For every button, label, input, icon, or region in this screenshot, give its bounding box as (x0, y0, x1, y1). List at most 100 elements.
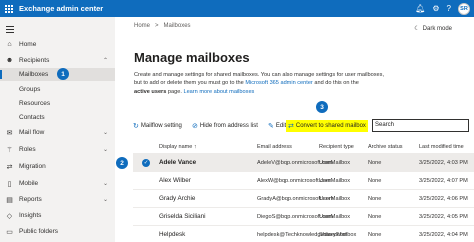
dark-mode-toggle[interactable]: ☾ Dark mode (414, 25, 452, 33)
sidebar-item-label: Contacts (19, 114, 45, 121)
sidebar-item-mobile[interactable]: ▯ Mobile ⌄ (0, 177, 115, 190)
chevron-up-icon: ⌃ (103, 58, 109, 64)
table-row[interactable]: Griselda Siciliani DiegoS@bqp.onmicrosof… (133, 208, 474, 226)
sidebar-item-label: Groups (19, 86, 41, 93)
sidebar-item-label: Home (19, 41, 37, 48)
page-title: Manage mailboxes (134, 50, 250, 65)
row-display-name[interactable]: Alex Wilber (159, 177, 191, 184)
sidebar-item-roles[interactable]: ⚚ Roles ⌄ (0, 143, 115, 156)
home-icon: ⌂ (7, 41, 12, 48)
sidebar-item-label: Mail flow (19, 129, 45, 136)
sidebar-item-label: Public folders (19, 228, 59, 235)
row-archive-status: None (368, 196, 382, 202)
row-display-name[interactable]: Grady Archie (159, 195, 195, 202)
sidebar-item-mail-flow[interactable]: ✉ Mail flow ⌄ (0, 126, 115, 139)
dark-mode-label: Dark mode (422, 25, 452, 32)
breadcrumb-home[interactable]: Home (134, 23, 150, 29)
mailflow-setting-button[interactable]: ↻ Mailflow setting (133, 120, 182, 132)
description-text: Create and manage settings for shared ma… (134, 72, 384, 78)
table-row[interactable]: Grady Archie GradyA@bqp.onmicrosoft.com … (133, 190, 474, 208)
button-label: Mailflow setting (140, 123, 182, 129)
mail-icon: ✉ (6, 129, 13, 137)
sidebar: ⌂ Home ☻ Recipients ⌃ Mailboxes Groups R… (0, 17, 115, 242)
active-users-text: active users (134, 88, 167, 95)
row-archive-status: None (368, 214, 382, 220)
admin-center-link[interactable]: Microsoft 365 admin center (245, 80, 312, 86)
row-last-modified: 3/25/2022, 4:03 PM (419, 160, 468, 166)
waffle-icon (4, 4, 13, 13)
sidebar-item-label: Recipients (19, 57, 50, 64)
bell-icon[interactable]: 🔔︎ (415, 0, 425, 17)
table-header: Display name ↑ Email address Recipient t… (133, 141, 474, 154)
moon-icon: ☾ (414, 26, 420, 32)
mail-settings-icon: ↻ (133, 123, 139, 130)
roles-icon: ⚚ (6, 146, 13, 154)
row-last-modified: 3/25/2022, 4:06 PM (419, 196, 468, 202)
column-header-last-modified[interactable]: Last modified time (419, 144, 464, 150)
app-launcher-button[interactable] (0, 0, 17, 17)
sidebar-item-label: Migration (19, 163, 46, 170)
convert-to-shared-mailbox-button[interactable]: ⇄ Convert to shared mailbox (286, 120, 368, 132)
button-label: Edit (275, 123, 287, 129)
description-text: page. (166, 88, 184, 95)
sidebar-item-label: Insights (19, 212, 42, 219)
reports-icon: ▤ (6, 196, 13, 204)
table-row[interactable]: Alex Wilber AlexW@bqp.onmicrosoft.com Us… (133, 172, 474, 190)
description-text: but to add or delete them you must go to… (134, 80, 246, 87)
breadcrumb-separator: > (155, 23, 159, 29)
sidebar-item-reports[interactable]: ▤ Reports ⌄ (0, 193, 115, 206)
column-header-email[interactable]: Email address (257, 144, 292, 150)
row-last-modified: 3/25/2022, 4:07 PM (419, 178, 468, 184)
column-header-display-name[interactable]: Display name ↑ (159, 144, 197, 150)
checkmark-icon[interactable]: ✓ (142, 159, 150, 167)
sidebar-item-public-folders[interactable]: ▭ Public folders (0, 225, 115, 238)
row-display-name[interactable]: Helpdesk (159, 231, 185, 238)
search-input[interactable]: Search (372, 119, 469, 132)
row-last-modified: 3/25/2022, 4:04 PM (419, 232, 468, 238)
sidebar-item-recipients[interactable]: ☻ Recipients ⌃ (0, 54, 115, 67)
row-recipient-type: UserMailbox (319, 160, 351, 166)
button-label: Convert to shared mailbox (295, 123, 366, 129)
hide-from-address-list-button[interactable]: ⊘ Hide from address list (192, 120, 258, 132)
step-badge-1: 1 (57, 68, 69, 80)
avatar[interactable]: SR (458, 2, 470, 15)
column-header-recipient-type[interactable]: Recipient type (319, 144, 354, 150)
learn-more-link[interactable]: Learn more about mailboxes (183, 89, 254, 95)
sidebar-item-label: Resources (19, 100, 51, 107)
row-recipient-type: UserMailbox (319, 178, 351, 184)
sidebar-item-label: Reports (19, 196, 42, 203)
sidebar-item-label: Roles (19, 146, 36, 153)
step-badge-2: 2 (116, 157, 128, 169)
row-archive-status: None (368, 232, 382, 238)
edit-button[interactable]: ✎ Edit (268, 120, 286, 132)
sidebar-item-resources[interactable]: Resources (0, 97, 115, 110)
row-recipient-type: UserMailbox (319, 214, 351, 220)
button-label: Hide from address list (199, 123, 258, 129)
top-bar: Exchange admin center 🔔︎ ⚙︎ ? SR (0, 0, 474, 17)
sidebar-item-label: Mobile (19, 180, 39, 187)
table-row[interactable]: Helpdesk helpdesk@Techknowledgediary.com… (133, 226, 474, 242)
row-display-name[interactable]: Griselda Siciliani (159, 213, 206, 220)
hamburger-icon[interactable] (6, 26, 14, 35)
person-icon: ☻ (5, 57, 14, 64)
top-icons: 🔔︎ ⚙︎ ? SR (415, 0, 470, 17)
help-icon[interactable]: ? (447, 0, 451, 17)
app-title: Exchange admin center (19, 4, 104, 13)
table-row[interactable]: ✓ Adele Vance AdeleV@bqp.onmicrosoft.com… (133, 154, 474, 172)
chevron-down-icon: ⌄ (103, 147, 109, 153)
row-archive-status: None (368, 178, 382, 184)
column-header-archive-status[interactable]: Archive status (368, 144, 403, 150)
row-display-name[interactable]: Adele Vance (159, 159, 196, 166)
sidebar-item-home[interactable]: ⌂ Home (0, 38, 115, 51)
edit-icon: ✎ (268, 123, 274, 130)
row-recipient-type: UserMailbox (319, 196, 351, 202)
sidebar-item-insights[interactable]: ◇ Insights (0, 209, 115, 222)
row-last-modified: 3/25/2022, 4:05 PM (419, 214, 468, 220)
gear-icon[interactable]: ⚙︎ (432, 0, 439, 17)
sidebar-item-migration[interactable]: ⇄ Migration (0, 160, 115, 173)
sidebar-item-contacts[interactable]: Contacts (0, 111, 115, 124)
breadcrumb-current: Mailboxes (163, 23, 191, 29)
chevron-down-icon: ⌄ (103, 130, 109, 136)
mobile-icon: ▯ (7, 180, 12, 188)
sidebar-item-groups[interactable]: Groups (0, 83, 115, 96)
